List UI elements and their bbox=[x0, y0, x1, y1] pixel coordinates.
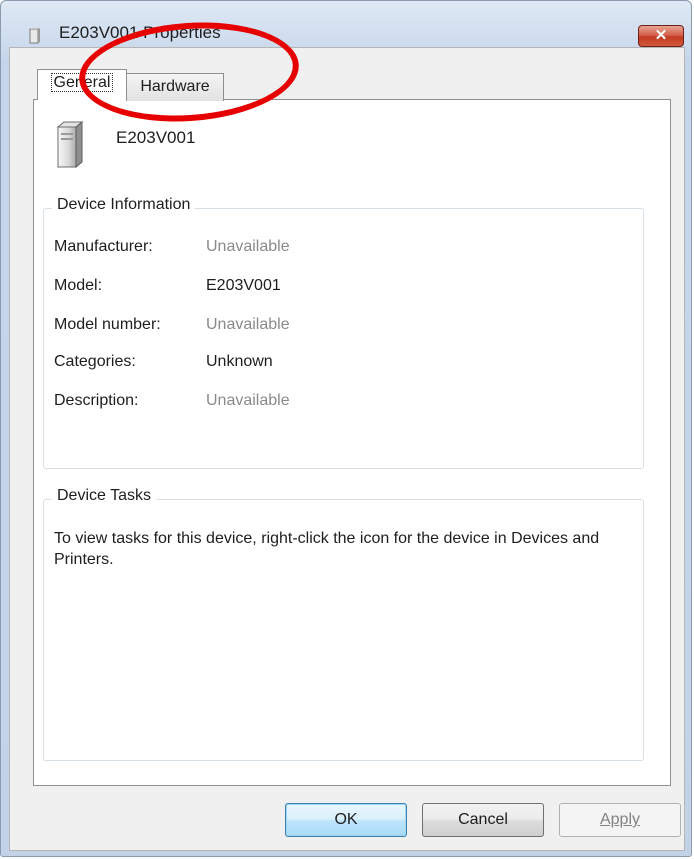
apply-button[interactable]: Apply bbox=[559, 803, 681, 837]
properties-window: E203V001 Properties ✕ General Hardware E… bbox=[0, 0, 692, 857]
close-icon: ✕ bbox=[654, 27, 668, 44]
device-title-icon bbox=[29, 28, 40, 44]
cancel-button[interactable]: Cancel bbox=[422, 803, 544, 837]
ok-button[interactable]: OK bbox=[285, 803, 407, 837]
close-button[interactable]: ✕ bbox=[638, 25, 684, 47]
general-tab-panel bbox=[33, 99, 671, 786]
title-bar[interactable]: E203V001 Properties ✕ bbox=[1, 1, 691, 47]
apply-button-label: Apply bbox=[599, 811, 641, 828]
dialog-client-area: General Hardware E203V001 Device Informa… bbox=[9, 47, 685, 851]
